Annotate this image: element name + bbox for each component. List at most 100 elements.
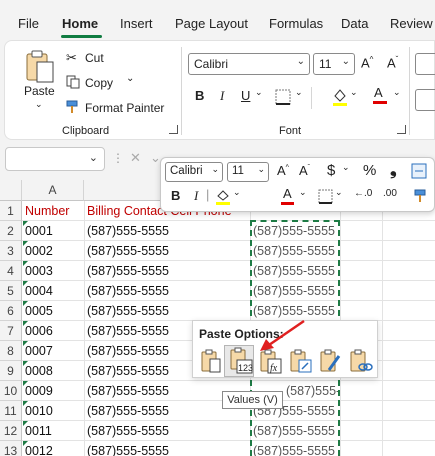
fill-color-icon[interactable] <box>215 188 231 206</box>
decrease-font-size-icon[interactable]: Aˇ <box>299 163 310 178</box>
borders-icon[interactable] <box>318 189 333 204</box>
chevron-down-icon[interactable]: ⌄ <box>335 187 343 198</box>
font-color-icon[interactable]: A <box>283 186 292 201</box>
row-header[interactable]: 11 <box>0 401 22 421</box>
cell-number[interactable]: 0005 <box>22 301 84 321</box>
mini-font-size-combo[interactable]: 11 ⌄ <box>227 162 269 182</box>
name-box[interactable]: ⌄ <box>5 147 105 171</box>
format-painter-button[interactable]: Format Painter <box>85 101 164 115</box>
bold-icon[interactable]: B <box>171 188 180 203</box>
accounting-format-icon[interactable]: $ <box>327 162 335 179</box>
italic-icon[interactable]: I <box>220 88 224 104</box>
column-header-a[interactable]: A <box>22 180 84 201</box>
chevron-down-icon[interactable]: ⌄ <box>255 87 263 98</box>
cell-phone[interactable]: (587)555-5555 <box>84 301 250 321</box>
tab-home[interactable]: Home <box>62 16 98 31</box>
clipboard-launcher-icon[interactable] <box>169 125 178 134</box>
cancel-icon[interactable]: ✕ <box>130 150 141 166</box>
increase-font-size-icon[interactable]: A^ <box>277 163 289 178</box>
cell-number[interactable]: 0002 <box>22 241 84 261</box>
tab-data[interactable]: Data <box>341 16 368 31</box>
cut-button[interactable]: Cut <box>85 51 104 65</box>
copy-dropdown-chevron-icon[interactable]: ⌄ <box>126 73 134 84</box>
format-painter-icon[interactable] <box>413 188 429 204</box>
paste-dropdown-chevron-icon[interactable]: ⌄ <box>35 99 43 110</box>
tab-formulas[interactable]: Formulas <box>269 16 323 31</box>
row-header[interactable]: 12 <box>0 421 22 441</box>
cell-phone[interactable]: (587)555-5555 <box>84 421 250 441</box>
active-tab-indicator <box>61 35 102 38</box>
tab-page-layout[interactable]: Page Layout <box>175 16 248 31</box>
cell-number[interactable]: 0010 <box>22 401 84 421</box>
paste-link-icon[interactable] <box>347 348 373 374</box>
ribbon-separator <box>409 47 410 135</box>
paste-label[interactable]: Paste <box>24 84 55 98</box>
row-header[interactable]: 10 <box>0 381 22 401</box>
cell-number[interactable]: 0009 <box>22 381 84 401</box>
select-all-corner[interactable] <box>0 180 22 201</box>
paste-keep-formatting-icon[interactable] <box>197 348 223 374</box>
cell-number[interactable]: 0007 <box>22 341 84 361</box>
row-header[interactable]: 5 <box>0 281 22 301</box>
chevron-down-icon[interactable]: ⌄ <box>342 162 350 173</box>
underline-icon[interactable]: U <box>241 88 250 103</box>
borders-icon[interactable] <box>275 89 291 105</box>
chevron-down-icon[interactable]: ⌄ <box>350 87 358 98</box>
chevron-down-icon[interactable]: ⌄ <box>393 87 401 98</box>
copy-button[interactable]: Copy <box>85 76 113 90</box>
tab-insert[interactable]: Insert <box>120 16 153 31</box>
cell-number[interactable]: 0003 <box>22 261 84 281</box>
increase-font-size-icon[interactable]: A^ <box>361 55 373 70</box>
chevron-down-icon[interactable]: ⌄ <box>233 187 241 198</box>
decrease-decimal-icon[interactable]: .00 <box>383 188 397 199</box>
percent-style-icon[interactable]: % <box>363 162 376 179</box>
cell-phone[interactable]: (587)555-5555 <box>84 261 250 281</box>
cell-number[interactable]: 0011 <box>22 421 84 441</box>
cell-phone[interactable]: (587)555-5555 <box>84 361 192 381</box>
row-header[interactable]: 7 <box>0 321 22 341</box>
tab-review[interactable]: Review <box>390 16 433 31</box>
chevron-down-icon[interactable]: ⌄ <box>299 187 307 198</box>
row-header[interactable]: 9 <box>0 361 22 381</box>
cell-number[interactable]: 0006 <box>22 321 84 341</box>
tab-file[interactable]: File <box>18 16 39 31</box>
cell-phone[interactable]: (587)555-5555 <box>84 321 192 341</box>
row-header[interactable]: 8 <box>0 341 22 361</box>
row-header[interactable]: 1 <box>0 201 22 221</box>
row-header[interactable]: 3 <box>0 241 22 261</box>
merge-center-icon[interactable] <box>411 163 427 179</box>
paste-formatting-icon[interactable] <box>317 348 343 374</box>
cell-number[interactable]: 0004 <box>22 281 84 301</box>
cell-number[interactable]: 0012 <box>22 441 84 456</box>
font-name-combo[interactable]: Calibri ⌄ <box>188 53 310 75</box>
decrease-font-size-icon[interactable]: Aˇ <box>387 55 398 70</box>
fill-color-icon[interactable] <box>331 87 349 107</box>
cell-phone[interactable]: (587)555-5555 <box>84 341 192 361</box>
font-color-swatch <box>281 202 294 205</box>
header-cell-number[interactable]: Number <box>22 201 84 221</box>
paste-values-tooltip: Values (V) <box>222 391 283 409</box>
row-header[interactable]: 2 <box>0 221 22 241</box>
font-size-combo[interactable]: 11 ⌄ <box>313 53 355 75</box>
increase-decimal-icon[interactable]: ←.0 <box>354 188 372 199</box>
paste-button[interactable] <box>23 49 59 89</box>
mini-font-name-combo[interactable]: Calibri ⌄ <box>165 162 223 182</box>
cell-number[interactable]: 0001 <box>22 221 84 241</box>
paste-values-button[interactable]: 123 <box>224 345 254 377</box>
row-header[interactable]: 4 <box>0 261 22 281</box>
row-header[interactable]: 13 <box>0 441 22 456</box>
font-launcher-icon[interactable] <box>397 125 406 134</box>
cell-number[interactable]: 0008 <box>22 361 84 381</box>
font-color-icon[interactable]: A <box>374 85 383 100</box>
comma-style-icon[interactable]: ❟ <box>390 160 397 180</box>
separator-icon: | <box>206 187 210 202</box>
italic-icon[interactable]: I <box>194 188 198 204</box>
cell-phone[interactable]: (587)555-5555 <box>84 281 250 301</box>
cell-phone[interactable]: (587)555-5555 <box>84 441 250 456</box>
chevron-down-icon[interactable]: ⌄ <box>295 87 303 98</box>
cell-phone[interactable]: (587)555-5555 <box>84 241 250 261</box>
chevron-down-icon: ⌄ <box>296 56 305 67</box>
bold-icon[interactable]: B <box>195 88 204 103</box>
row-header[interactable]: 6 <box>0 301 22 321</box>
cell-phone[interactable]: (587)555-5555 <box>84 221 250 241</box>
